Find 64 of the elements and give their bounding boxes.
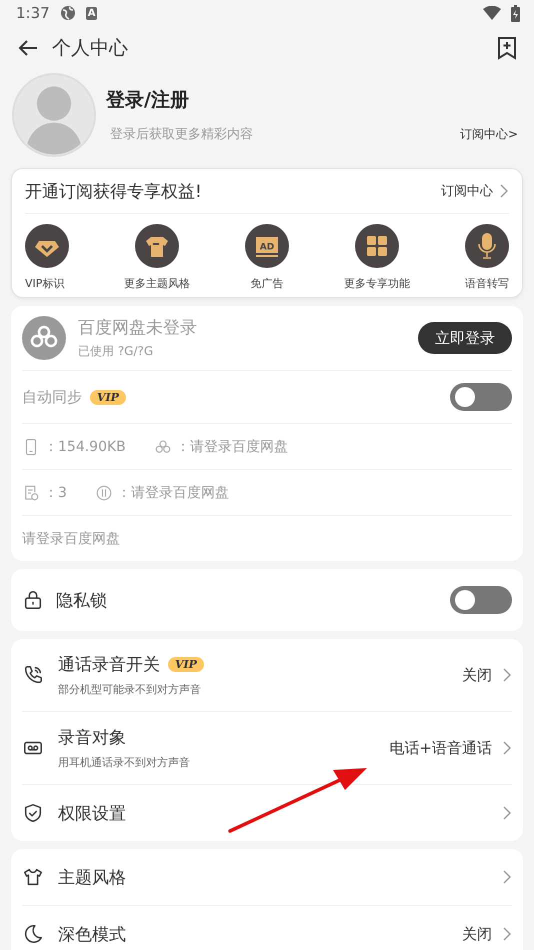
moon-icon [22, 923, 44, 945]
vip-badge: VIP [90, 390, 126, 404]
status-time: 1:37 [16, 4, 50, 22]
setting-hint: 用耳机通话录不到对方声音 [58, 755, 191, 770]
cloud-usage: 已使用 ?G/?G [78, 343, 154, 360]
wifi-icon [483, 6, 501, 20]
bookmark-add-button[interactable] [496, 36, 518, 60]
setting-title: 录音对象 [58, 727, 126, 749]
file-count-icon [22, 484, 40, 502]
sync-label: 自动同步 [22, 388, 82, 406]
stat-text: ：请登录百度网盘 [116, 484, 229, 502]
lock-icon [22, 589, 44, 611]
profile-hint: 登录后获取更多精彩内容 [109, 126, 253, 143]
cloud-logo-icon [22, 316, 66, 360]
settings-row[interactable]: 权限设置 [22, 785, 512, 841]
chevron-icon [502, 667, 512, 683]
grid-icon [355, 224, 399, 268]
stat-text: ：3 [44, 484, 67, 502]
setting-value: 关闭 [462, 666, 492, 684]
benefit-item[interactable]: AD 免广告 [245, 224, 289, 291]
setting-title: 深色模式 [58, 924, 126, 946]
setting-title: 权限设置 [58, 802, 126, 824]
page-title: 个人中心 [52, 36, 129, 61]
setting-value: 关闭 [462, 924, 492, 944]
phone-icon [22, 664, 44, 686]
shirt-icon [135, 224, 179, 268]
setting-hint: 部分机型可能录不到对方声音 [58, 682, 202, 697]
microphone-icon [465, 224, 509, 268]
setting-title: 主题风格 [58, 866, 126, 888]
toggle-switch[interactable] [450, 586, 512, 614]
shirt-icon [22, 866, 44, 888]
cloud-icon [154, 438, 172, 456]
cloud-status: 百度网盘未登录 [78, 317, 198, 339]
toggle-switch[interactable] [450, 383, 512, 411]
cloud-note: 请登录百度网盘 [22, 530, 120, 548]
chevron-icon [499, 183, 509, 199]
settings-row[interactable]: 深色模式 关闭 [22, 906, 512, 950]
settings-row[interactable]: 通话录音开关 VIP 部分机型可能录不到对方声音 关闭 [22, 639, 512, 712]
benefit-item[interactable]: 语音转写 [465, 224, 509, 291]
login-register-link[interactable]: 登录/注册 [106, 87, 518, 113]
settings-row[interactable]: 主题风格 [22, 849, 512, 906]
subscription-center-link[interactable]: 订阅中心> [460, 126, 518, 142]
setting-title: 通话录音开关 [58, 654, 160, 676]
notification-badge: A [86, 6, 98, 20]
benefit-item[interactable]: 更多专享功能 [344, 224, 410, 291]
chevron-icon [502, 740, 512, 756]
benefit-item[interactable]: VIP标识 [25, 224, 69, 291]
chevron-icon [502, 869, 512, 885]
privacy-lock-label: 隐私锁 [56, 590, 107, 612]
login-button[interactable]: 立即登录 [418, 322, 512, 354]
battery-icon [511, 4, 520, 22]
subscription-center-link[interactable]: 订阅中心 [441, 182, 509, 200]
vip-badge: VIP [168, 657, 204, 672]
stat-text: ：154.90KB [44, 438, 126, 456]
globe-icon [60, 5, 76, 21]
subscription-title: 开通订阅获得专享权益! [25, 180, 202, 202]
shield-check-icon [22, 802, 44, 824]
transfer-icon [94, 484, 113, 502]
stat-text: ：请登录百度网盘 [176, 438, 288, 456]
chevron-icon [502, 805, 512, 821]
setting-value: 电话+语音通话 [389, 738, 492, 758]
chevron-icon [502, 926, 512, 942]
benefit-item[interactable]: 更多主题风格 [124, 224, 190, 291]
ad-icon: AD [245, 224, 289, 268]
